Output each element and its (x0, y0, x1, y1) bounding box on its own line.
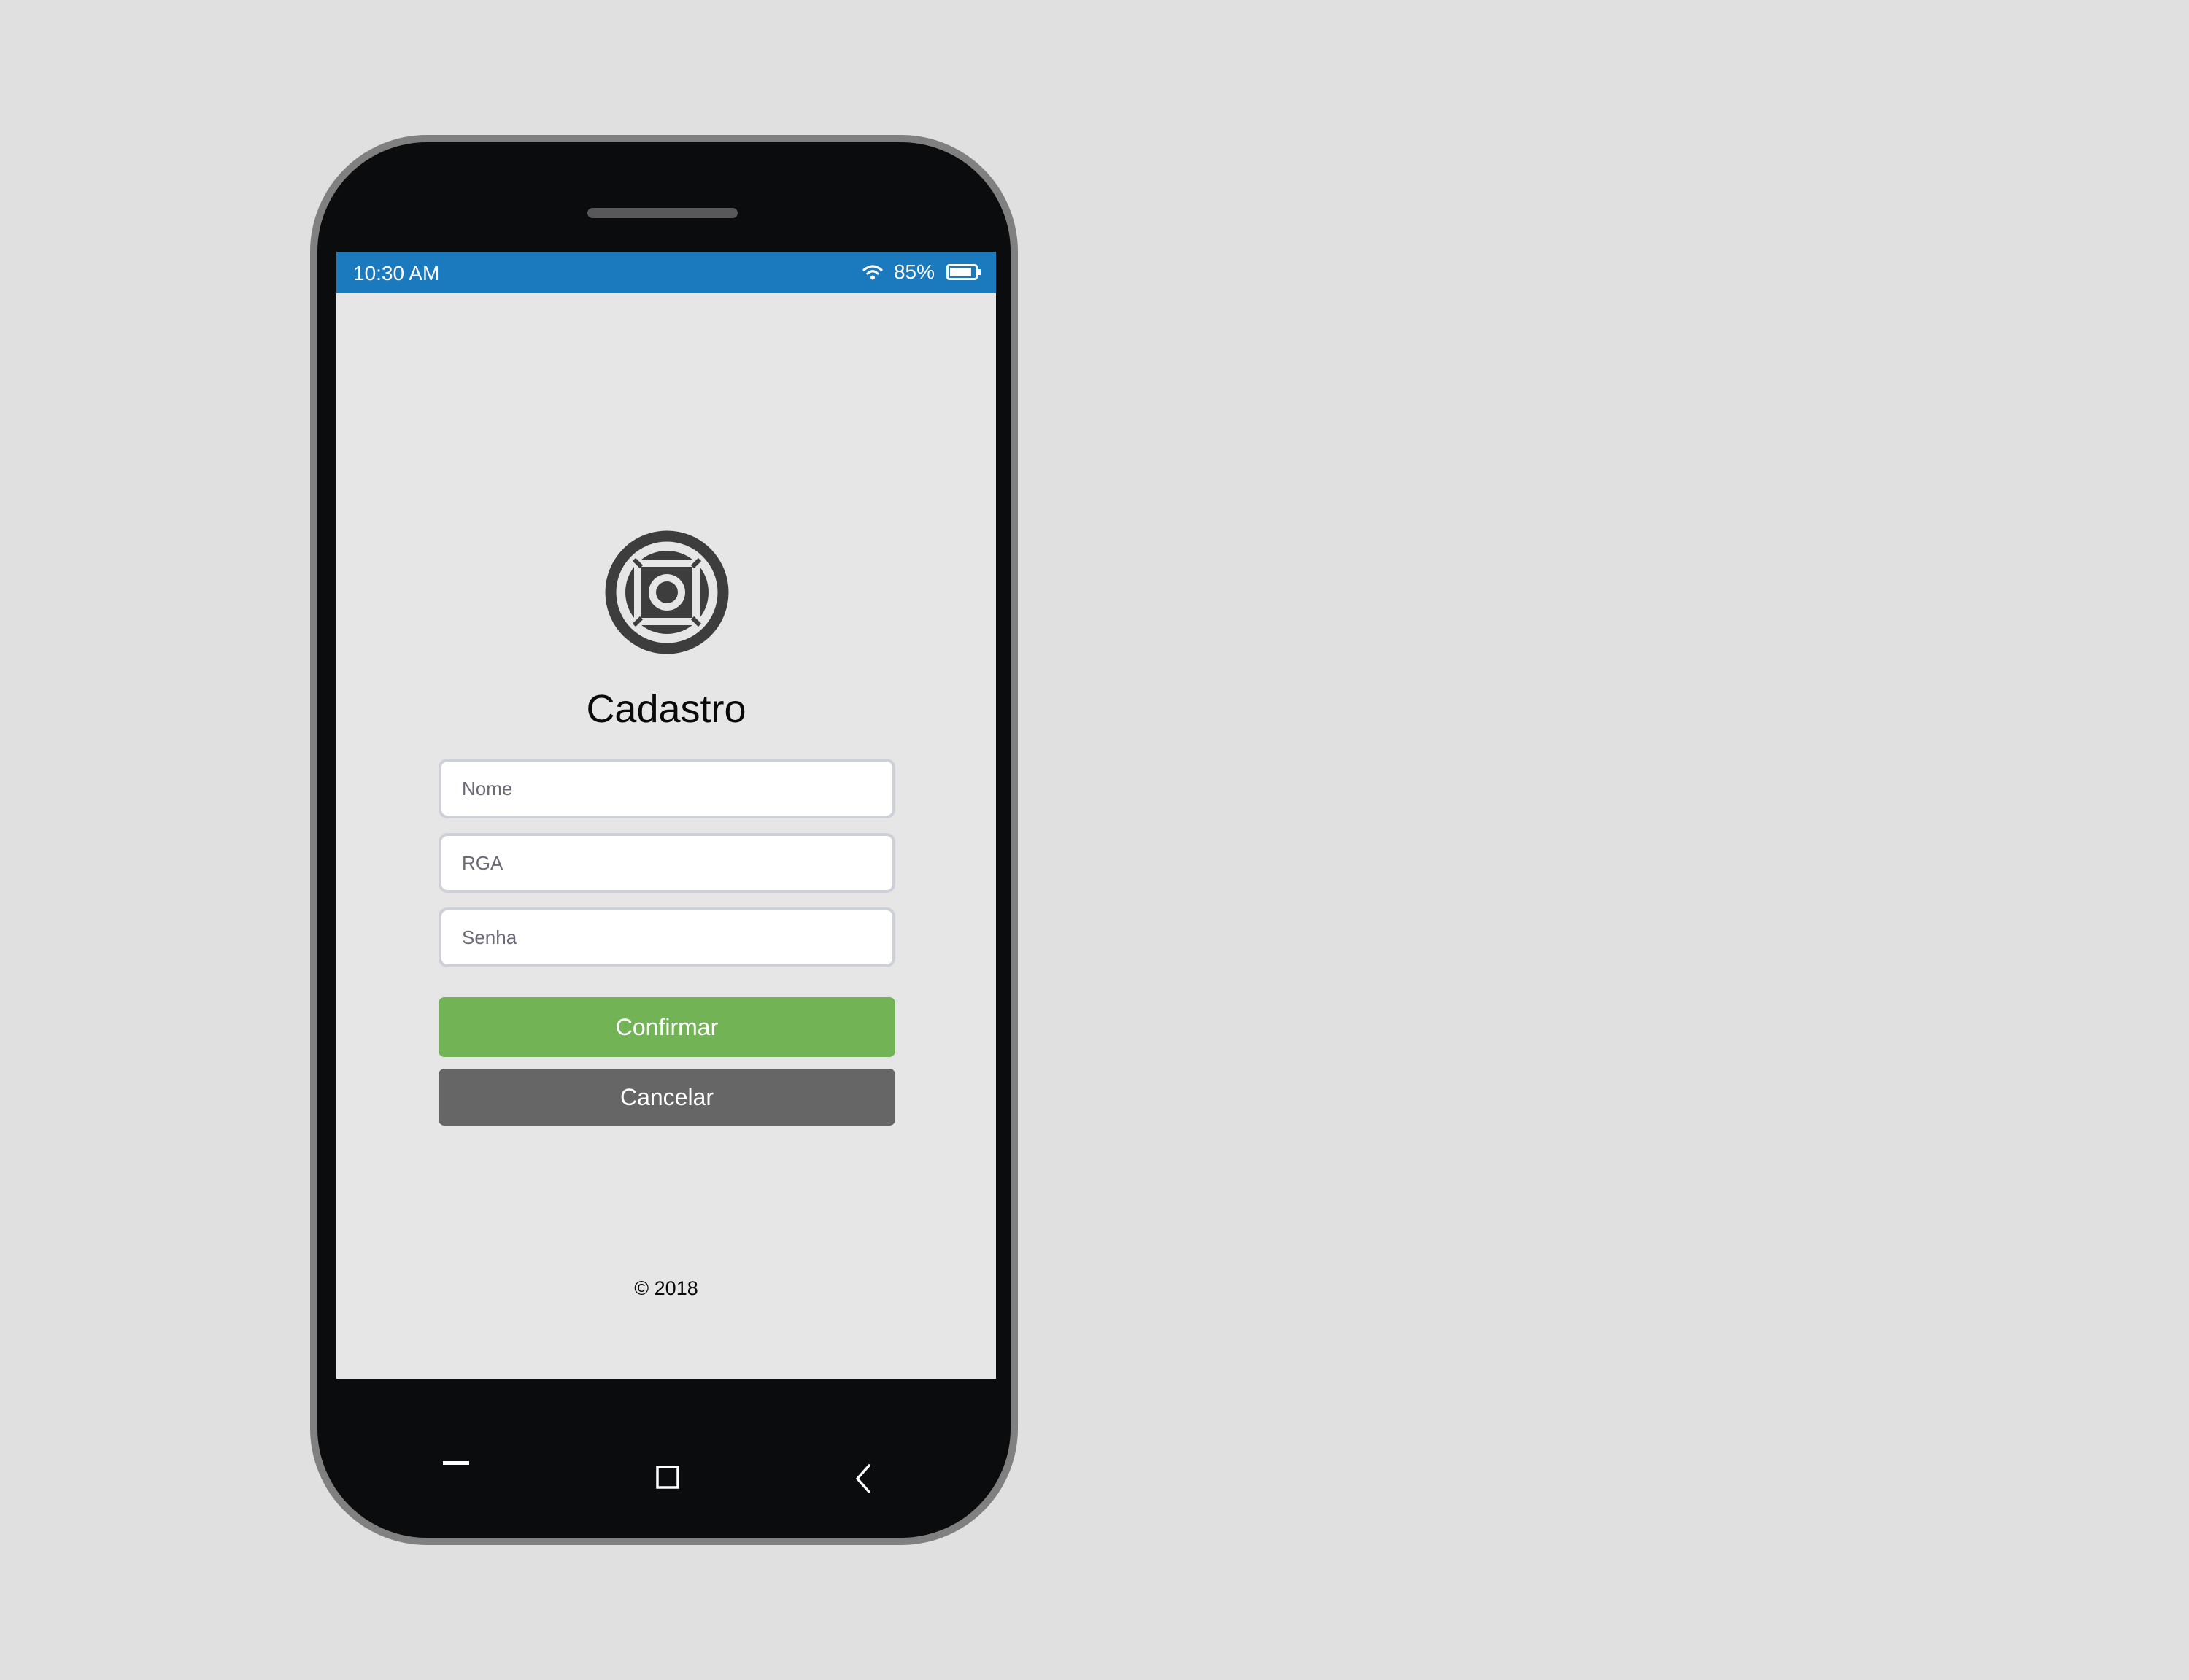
back-chevron-icon[interactable] (850, 1463, 879, 1495)
senha-input[interactable] (439, 907, 895, 967)
home-square-icon[interactable] (653, 1463, 682, 1492)
status-time: 10:30 AM (353, 262, 440, 284)
menu-icon[interactable] (441, 1459, 471, 1474)
app-screen: 10:30 AM 85% Cadastro Nome RGA Confirmar… (336, 252, 996, 1379)
rga-input[interactable] (439, 833, 895, 893)
battery-percentage: 85% (893, 260, 935, 283)
copyright-footer: © 2018 (634, 1277, 698, 1299)
phone-speaker (587, 208, 738, 218)
circular-square-logo-icon (605, 530, 729, 654)
phone-frame: 10:30 AM 85% Cadastro Nome RGA Confirmar… (310, 135, 1018, 1545)
status-bar: 10:30 AM 85% (336, 252, 996, 293)
page-title: Cadastro (586, 687, 746, 731)
cancel-button[interactable]: Cancelar (439, 1069, 895, 1126)
nome-input[interactable] (439, 759, 895, 818)
confirm-button[interactable]: Confirmar (439, 997, 895, 1057)
wifi-icon (862, 265, 883, 280)
battery-icon (946, 264, 981, 280)
battery-fill (950, 268, 971, 276)
status-indicators: 85% (862, 260, 981, 284)
